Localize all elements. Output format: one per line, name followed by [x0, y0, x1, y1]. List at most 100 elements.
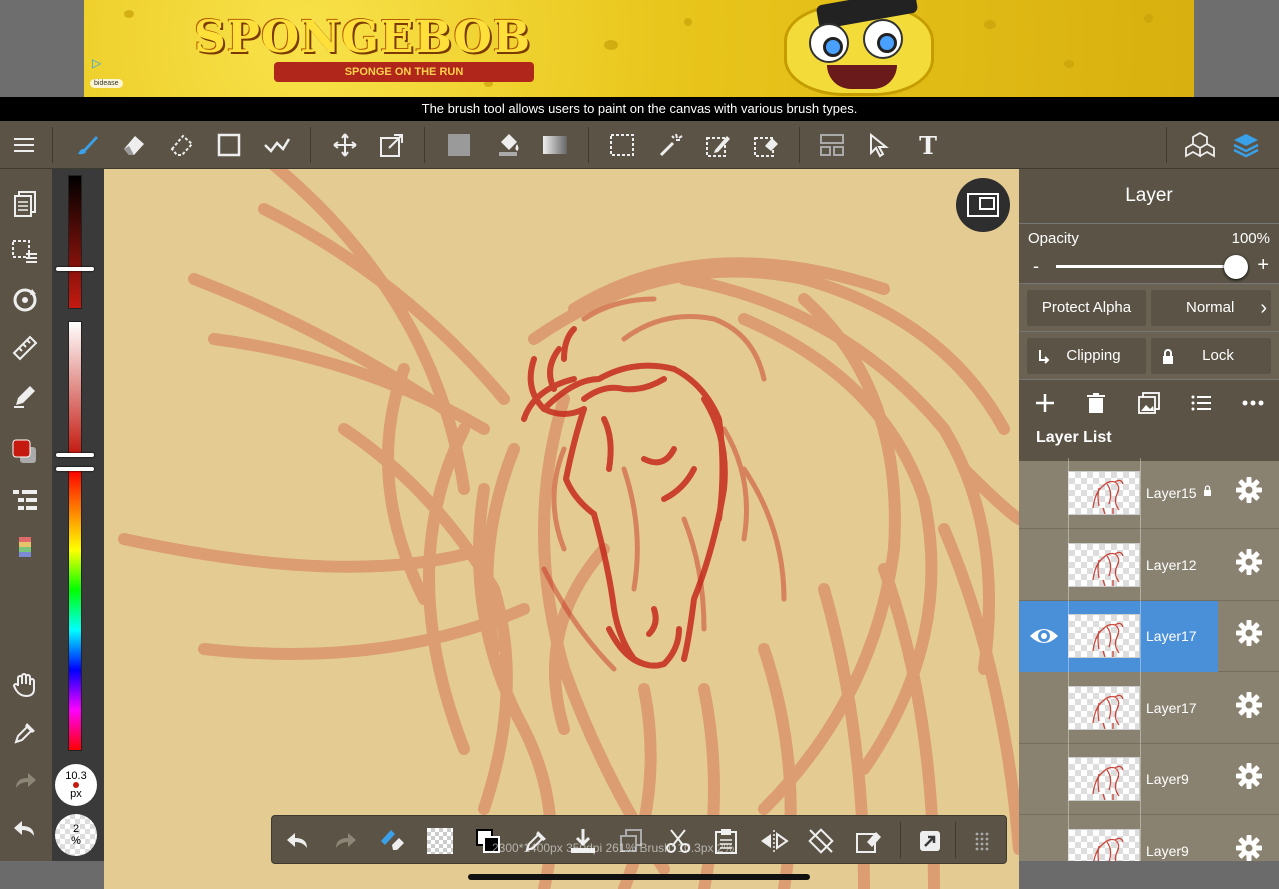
- blend-mode-button[interactable]: Normal ›: [1151, 290, 1271, 326]
- layer-row[interactable]: Layer17: [1019, 601, 1279, 672]
- color-swatch-icon[interactable]: [10, 437, 40, 467]
- opacity-slider-knob[interactable]: [1224, 255, 1248, 279]
- rotate-canvas-icon[interactable]: [805, 825, 837, 857]
- lock-button[interactable]: Lock: [1151, 338, 1271, 374]
- visibility-toggle[interactable]: [1028, 481, 1060, 505]
- palette-icon[interactable]: [10, 533, 40, 563]
- bucket-icon[interactable]: [493, 130, 523, 160]
- navigator-button[interactable]: [956, 178, 1010, 232]
- top-toolbar: T: [0, 121, 1279, 169]
- clipping-button[interactable]: Clipping: [1027, 338, 1146, 374]
- layer-list-divider: [1068, 458, 1069, 861]
- gear-icon[interactable]: [1234, 691, 1264, 721]
- brush-opacity-button[interactable]: 2%: [55, 814, 97, 856]
- brush-opacity-unit: %: [71, 835, 81, 847]
- ad-banner[interactable]: SPONGEBOB SPONGE ON THE RUN ▷ bidease: [0, 0, 1279, 97]
- gear-icon[interactable]: [1234, 548, 1264, 578]
- layer-image-icon[interactable]: [1134, 388, 1164, 418]
- more-grid-icon[interactable]: [966, 825, 998, 857]
- layer-row[interactable]: Layer17: [1019, 673, 1279, 744]
- fill-color-icon[interactable]: [444, 130, 474, 160]
- text-icon[interactable]: T: [913, 130, 943, 160]
- gear-icon[interactable]: [1234, 619, 1264, 649]
- brush-size-unit: px: [70, 788, 82, 800]
- visibility-toggle[interactable]: [1028, 839, 1060, 862]
- brush-eraser-toggle-icon[interactable]: [376, 825, 408, 857]
- visibility-toggle[interactable]: [1028, 767, 1060, 791]
- menu-icon[interactable]: [9, 130, 39, 160]
- opacity-minus-button[interactable]: -: [1033, 256, 1039, 277]
- transform-icon[interactable]: [377, 130, 407, 160]
- materials-icon[interactable]: [1185, 130, 1215, 160]
- layout-icon[interactable]: [817, 130, 847, 160]
- edit-selection-icon[interactable]: [853, 825, 885, 857]
- saturation-slider[interactable]: [68, 321, 82, 455]
- layer-row[interactable]: Layer9: [1019, 816, 1279, 862]
- hand-icon[interactable]: [10, 670, 40, 700]
- protect-alpha-button[interactable]: Protect Alpha: [1027, 290, 1146, 326]
- add-layer-icon[interactable]: [1030, 388, 1060, 418]
- opacity-section: Opacity 100% - +: [1019, 223, 1279, 283]
- tooltip-bar: The brush tool allows users to paint on …: [0, 97, 1279, 121]
- flip-icon[interactable]: [758, 825, 790, 857]
- brush-list-icon[interactable]: [10, 485, 40, 515]
- ad-image[interactable]: SPONGEBOB SPONGE ON THE RUN: [84, 0, 1194, 97]
- delete-layer-icon[interactable]: [1081, 388, 1111, 418]
- share-icon[interactable]: [914, 825, 946, 857]
- layer-list-title: Layer List: [1019, 425, 1279, 461]
- rectangle-icon[interactable]: [214, 130, 244, 160]
- undo-icon[interactable]: [10, 814, 40, 844]
- stabilizer-icon[interactable]: [262, 130, 292, 160]
- brush-size-button[interactable]: 10.3 px: [55, 764, 97, 806]
- select-pen-icon[interactable]: [703, 130, 733, 160]
- layer-thumbnail: [1068, 471, 1140, 515]
- layer-list-icon[interactable]: [1186, 388, 1216, 418]
- eraser-icon[interactable]: [119, 130, 149, 160]
- lock-icon: [1161, 339, 1175, 375]
- gradient-icon[interactable]: [540, 130, 570, 160]
- brush-icon[interactable]: [72, 130, 102, 160]
- magic-wand-icon[interactable]: [656, 130, 686, 160]
- gear-icon[interactable]: [1234, 834, 1264, 862]
- layer-row[interactable]: Layer12: [1019, 530, 1279, 601]
- eye-icon[interactable]: [1028, 624, 1060, 648]
- layer-list-divider: [1140, 458, 1141, 861]
- eyedropper-icon[interactable]: [10, 718, 40, 748]
- saturation-handle[interactable]: [56, 453, 94, 457]
- more-options-icon[interactable]: [1238, 388, 1268, 418]
- adchoices-icon[interactable]: ▷: [92, 56, 101, 70]
- lock-label: Lock: [1202, 347, 1234, 364]
- select-rect-icon[interactable]: [607, 130, 637, 160]
- gear-icon[interactable]: [1234, 476, 1264, 506]
- layers-icon[interactable]: [1231, 130, 1261, 160]
- pen-icon[interactable]: [10, 381, 40, 411]
- undo-icon[interactable]: [282, 825, 314, 857]
- hue-handle[interactable]: [56, 467, 94, 471]
- brightness-slider[interactable]: [68, 175, 82, 309]
- ruler-icon[interactable]: [10, 333, 40, 363]
- opacity-plus-button[interactable]: +: [1257, 254, 1269, 277]
- brightness-handle[interactable]: [56, 267, 94, 271]
- visibility-toggle[interactable]: [1028, 553, 1060, 577]
- layer-name: Layer17: [1146, 699, 1197, 716]
- redo-icon[interactable]: [329, 825, 361, 857]
- blur-icon[interactable]: [167, 130, 197, 160]
- gear-icon[interactable]: [1234, 762, 1264, 792]
- drawing-canvas[interactable]: [104, 169, 1019, 889]
- color-strip: 10.3 px 2%: [52, 169, 104, 861]
- layer-row[interactable]: Layer15: [1019, 458, 1279, 529]
- rotate-icon[interactable]: [10, 285, 40, 315]
- visibility-toggle[interactable]: [1028, 696, 1060, 720]
- redo-icon[interactable]: [10, 766, 40, 796]
- select-move-icon[interactable]: [866, 130, 896, 160]
- hue-slider[interactable]: [68, 469, 82, 751]
- home-indicator[interactable]: [468, 874, 810, 880]
- sketch-drawing: [118, 169, 1019, 889]
- layer-row[interactable]: Layer9: [1019, 744, 1279, 815]
- transparent-color-icon[interactable]: [424, 825, 456, 857]
- pages-icon[interactable]: [10, 189, 40, 219]
- opacity-slider[interactable]: [1056, 265, 1236, 268]
- move-icon[interactable]: [330, 130, 360, 160]
- selection-list-icon[interactable]: [10, 237, 40, 267]
- select-eraser-icon[interactable]: [751, 130, 781, 160]
